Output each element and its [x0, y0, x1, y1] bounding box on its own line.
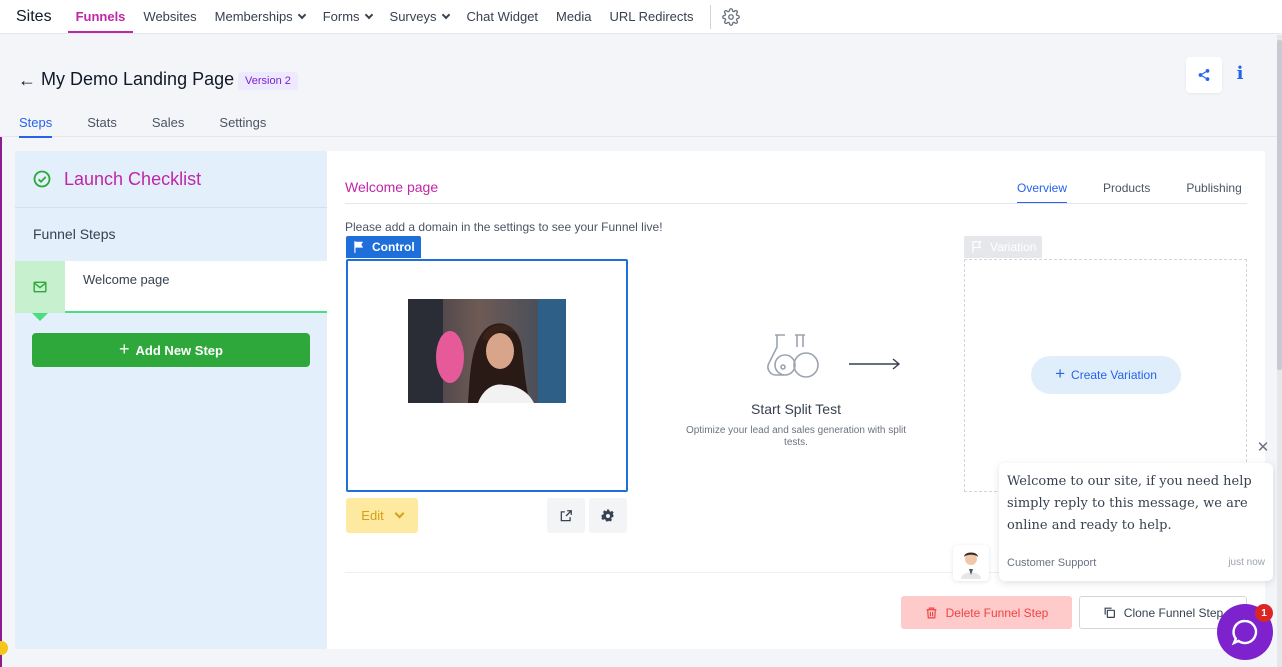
- nav-memberships-label: Memberships: [214, 9, 293, 24]
- scrollbar-thumb[interactable]: [1277, 40, 1282, 370]
- funnel-sidebar: Launch Checklist Funnel Steps Welcome pa…: [15, 151, 327, 649]
- chat-message: Welcome to our site, if you need help si…: [1007, 474, 1252, 533]
- plus-icon: +: [119, 338, 130, 359]
- nav-websites[interactable]: Websites: [135, 0, 204, 34]
- chevron-down-icon: [364, 10, 373, 19]
- check-circle-icon: [33, 170, 51, 188]
- variation-tag: Variation: [964, 236, 1043, 258]
- nav-forms-label: Forms: [322, 9, 360, 24]
- nav-funnels-label: Funnels: [75, 9, 126, 24]
- control-tag: Control: [346, 236, 421, 258]
- page-tabs: Steps Stats Sales Settings: [19, 115, 301, 138]
- step-pointer: [32, 313, 48, 321]
- nav-media[interactable]: Media: [548, 0, 599, 34]
- nav-media-label: Media: [556, 9, 592, 24]
- nav-url-redirects[interactable]: URL Redirects: [601, 0, 701, 34]
- nav-memberships[interactable]: Memberships: [207, 0, 313, 34]
- funnel-step-item[interactable]: Welcome page: [15, 261, 327, 313]
- page-header: ← My Demo Landing Page Version 2 i Steps…: [0, 35, 1282, 138]
- arrow-left-icon[interactable]: ←: [18, 70, 36, 91]
- trash-icon: [926, 607, 936, 618]
- share-button[interactable]: [1186, 57, 1222, 93]
- gear-icon: [601, 509, 614, 522]
- tab-stats[interactable]: Stats: [87, 115, 117, 136]
- tab-sales[interactable]: Sales: [152, 115, 185, 136]
- nav-websites-label: Websites: [143, 9, 197, 24]
- support-avatar: [953, 545, 989, 581]
- control-label: Control: [372, 240, 415, 254]
- nav-surveys[interactable]: Surveys: [382, 0, 457, 34]
- split-test-icon: [765, 331, 821, 384]
- split-test-description: Optimize your lead and sales generation …: [685, 425, 907, 448]
- variation-label: Variation: [990, 240, 1037, 254]
- edit-button[interactable]: Edit: [346, 498, 418, 533]
- tab-publishing[interactable]: Publishing: [1186, 181, 1241, 202]
- version-badge: Version 2: [238, 72, 298, 90]
- tab-steps[interactable]: Steps: [19, 115, 53, 138]
- share-icon: [1198, 69, 1210, 81]
- domain-notice: Please add a domain in the settings to s…: [345, 220, 663, 234]
- mail-icon: [33, 281, 47, 293]
- nav-chat-widget-label: Chat Widget: [466, 9, 539, 24]
- corner-widget-icon[interactable]: [0, 641, 8, 655]
- edit-label: Edit: [361, 508, 384, 523]
- funnel-steps-label: Funnel Steps: [33, 226, 116, 242]
- tab-divider: [345, 203, 1247, 204]
- clone-label: Clone Funnel Step: [1123, 605, 1224, 620]
- delete-funnel-step-button[interactable]: Delete Funnel Step: [901, 596, 1072, 629]
- checklist-title: Launch Checklist: [64, 168, 202, 189]
- page-title: My Demo Landing Page: [41, 69, 235, 89]
- nav-funnels[interactable]: Funnels: [67, 0, 134, 34]
- chat-icon: [1231, 619, 1258, 646]
- info-button[interactable]: i: [1230, 63, 1250, 87]
- step-tabs: Overview Products Publishing: [1017, 181, 1278, 204]
- create-variation-label: Create Variation: [1071, 368, 1157, 382]
- chevron-down-icon: [297, 10, 306, 19]
- flag-icon: [972, 241, 982, 253]
- step-name: Welcome page: [83, 272, 170, 287]
- chat-close-icon[interactable]: ✕: [1254, 439, 1272, 457]
- control-preview[interactable]: [346, 259, 628, 492]
- chevron-down-icon: [394, 508, 405, 519]
- nav-divider: [709, 4, 711, 29]
- create-variation-button[interactable]: + Create Variation: [1031, 356, 1181, 394]
- chat-sender: Customer Support: [1007, 557, 1097, 569]
- chat-timestamp: just now: [1228, 557, 1265, 568]
- plus-icon: +: [1055, 364, 1066, 383]
- nav-url-redirects-label: URL Redirects: [609, 9, 694, 24]
- step-icon-box: [15, 261, 65, 313]
- tab-overview[interactable]: Overview: [1017, 181, 1068, 204]
- external-link-icon: [560, 509, 572, 521]
- top-nav: Sites Funnels Websites Memberships Forms…: [0, 0, 1282, 34]
- tab-products[interactable]: Products: [1103, 181, 1150, 202]
- variation-placeholder: + Create Variation: [964, 259, 1247, 492]
- gear-icon[interactable]: [721, 7, 741, 27]
- launch-checklist[interactable]: Launch Checklist: [15, 151, 327, 208]
- nav-forms[interactable]: Forms: [315, 0, 380, 34]
- tab-settings[interactable]: Settings: [219, 115, 266, 136]
- arrow-right-icon: [847, 356, 903, 377]
- chat-popup[interactable]: Welcome to our site, if you need help si…: [999, 463, 1273, 581]
- delete-label: Delete Funnel Step: [945, 605, 1049, 620]
- nav-chat-widget[interactable]: Chat Widget: [459, 0, 547, 34]
- chat-unread-badge: 1: [1255, 604, 1273, 622]
- step-title: Welcome page: [345, 179, 439, 195]
- add-new-step-button[interactable]: + Add New Step: [32, 333, 310, 367]
- nav-surveys-label: Surveys: [389, 9, 437, 24]
- step-settings-button[interactable]: [589, 498, 627, 533]
- open-preview-button[interactable]: [547, 498, 585, 533]
- flag-icon: [354, 241, 364, 253]
- copy-icon: [1104, 607, 1115, 618]
- page-thumbnail: [408, 299, 566, 403]
- chevron-down-icon: [441, 10, 450, 19]
- brand-title: Sites: [16, 7, 52, 25]
- split-test-title[interactable]: Start Split Test: [727, 401, 865, 417]
- add-step-label: Add New Step: [135, 342, 223, 358]
